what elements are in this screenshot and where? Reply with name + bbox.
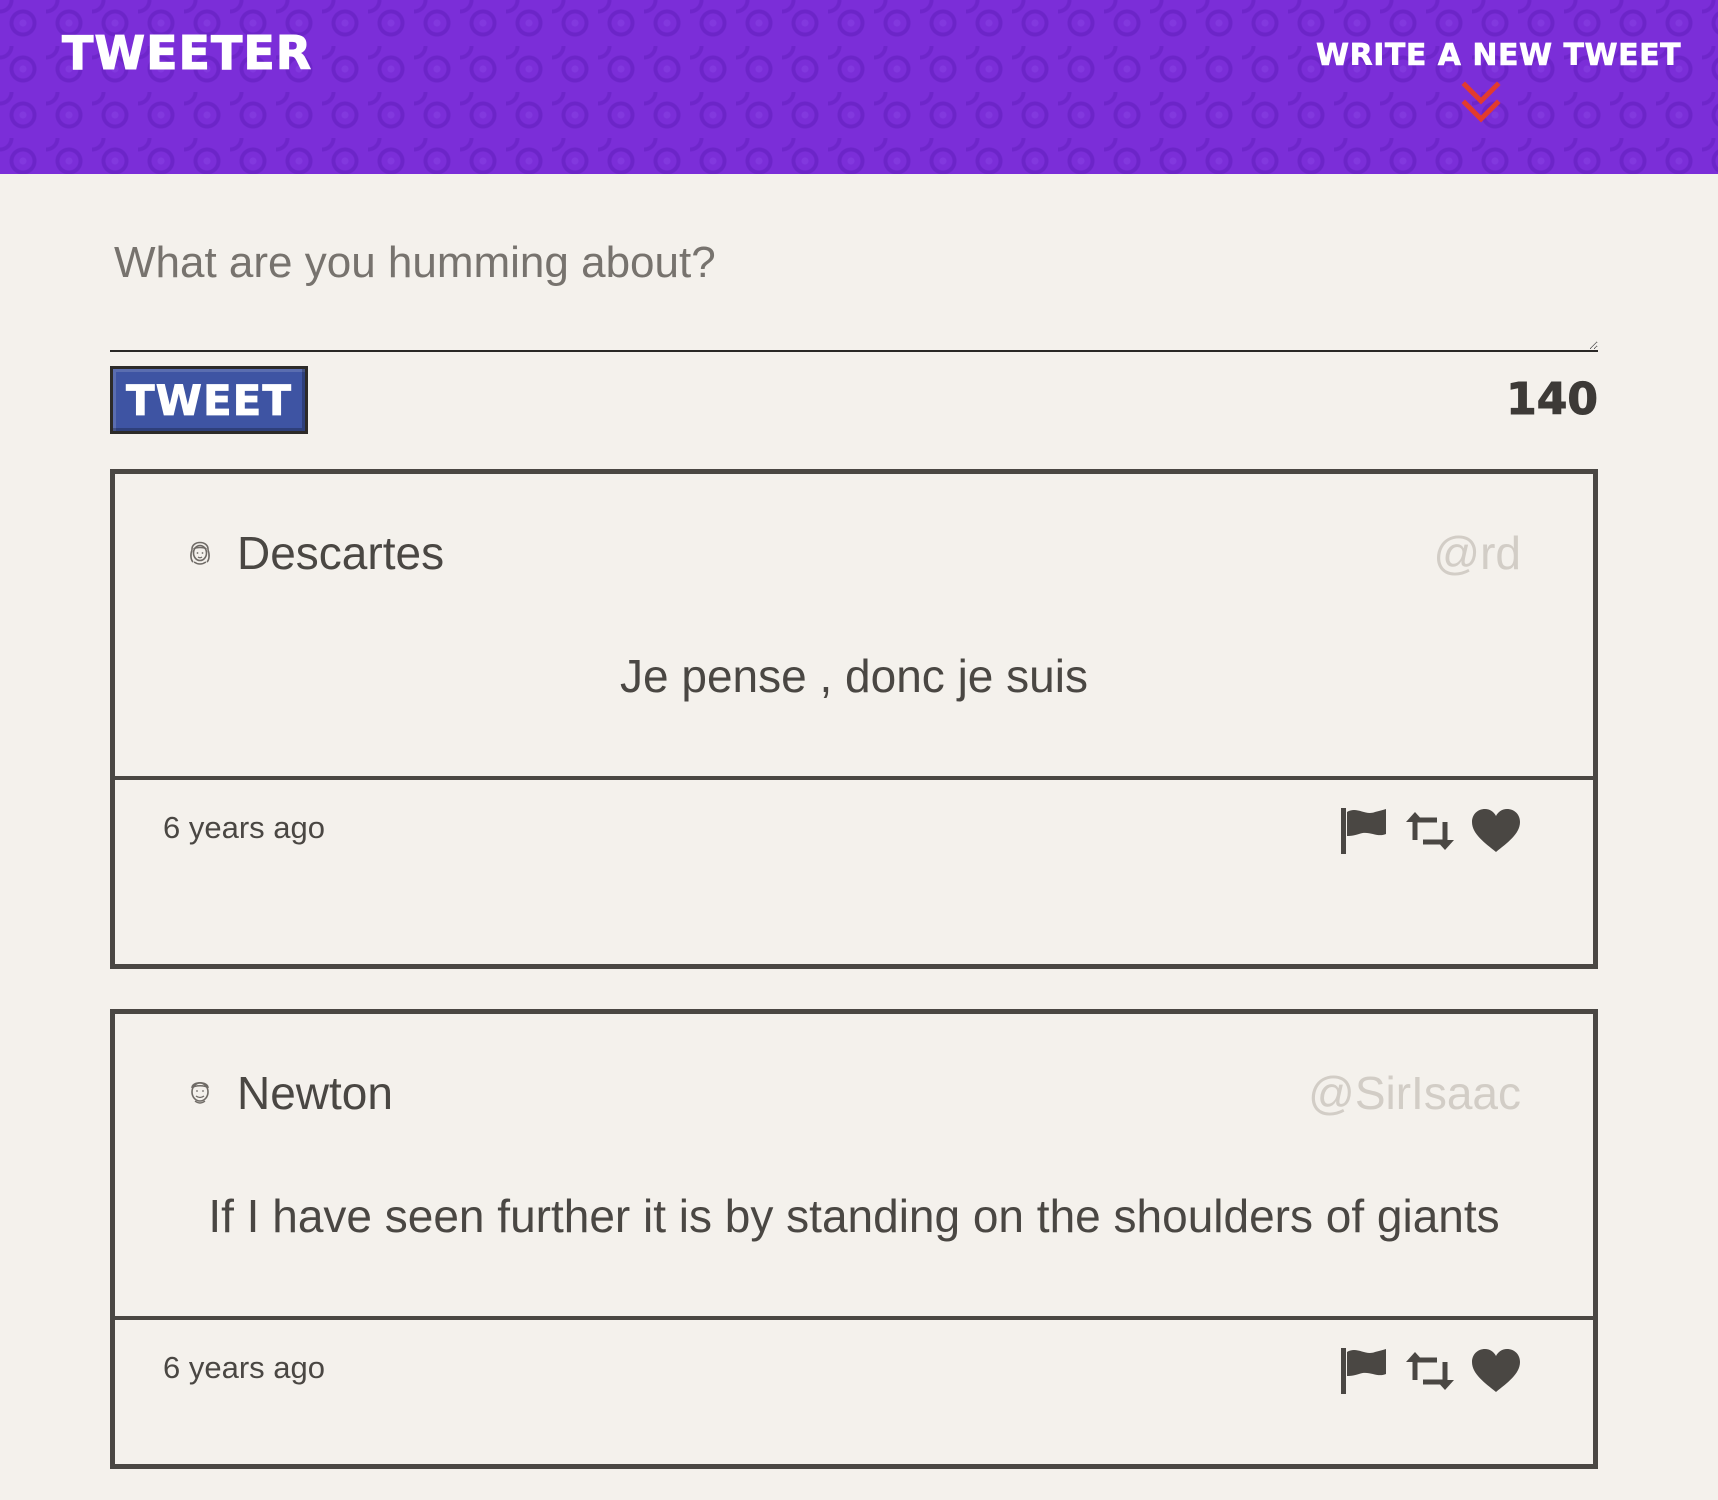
tweet-header: Newton @SirIsaac — [115, 1014, 1593, 1119]
tweet-author-handle[interactable]: @SirIsaac — [1308, 1066, 1521, 1120]
tweet-author-name[interactable]: Newton — [237, 1066, 393, 1120]
write-new-tweet-toggle[interactable]: WRITE A NEW TWEET — [1316, 38, 1681, 148]
heart-icon[interactable] — [1469, 804, 1523, 858]
tweet-timestamp: 6 years ago — [163, 810, 325, 845]
tweet-actions — [1337, 1344, 1523, 1398]
tweet-author-name[interactable]: Descartes — [237, 526, 444, 580]
avatar-icon — [191, 1081, 209, 1104]
flag-icon[interactable] — [1337, 1344, 1391, 1398]
tweet-author-handle[interactable]: @rd — [1433, 526, 1521, 580]
top-nav: TWEETER WRITE A NEW TWEET — [0, 0, 1718, 174]
composer-controls: TWEET 140 — [110, 366, 1598, 436]
tweet-submit-button[interactable]: TWEET — [110, 366, 308, 434]
tweet-actions — [1337, 804, 1523, 858]
avatar-icon — [190, 541, 210, 565]
tweet-card: Descartes @rd Je pense , donc je suis 6 … — [110, 469, 1598, 969]
retweet-icon[interactable] — [1403, 1344, 1457, 1398]
tweet-textarea[interactable] — [110, 218, 1598, 352]
char-counter: 140 — [1506, 374, 1599, 426]
tweet-text: Je pense , donc je suis — [620, 650, 1088, 702]
brand-logo[interactable]: TWEETER — [61, 26, 312, 81]
flag-icon[interactable] — [1337, 804, 1391, 858]
write-new-tweet-label[interactable]: WRITE A NEW TWEET — [1316, 38, 1681, 74]
new-tweet-composer: TWEET 140 — [110, 218, 1598, 436]
heart-icon[interactable] — [1469, 1344, 1523, 1398]
tweet-timestamp: 6 years ago — [163, 1350, 325, 1385]
retweet-icon[interactable] — [1403, 804, 1457, 858]
double-chevron-down-icon[interactable] — [1461, 81, 1501, 125]
tweet-footer: 6 years ago — [115, 776, 1593, 960]
tweet-footer: 6 years ago — [115, 1316, 1593, 1500]
tweet-header: Descartes @rd — [115, 474, 1593, 579]
tweet-card: Newton @SirIsaac If I have seen further … — [110, 1009, 1598, 1469]
tweet-text: If I have seen further it is by standing… — [208, 1190, 1500, 1242]
